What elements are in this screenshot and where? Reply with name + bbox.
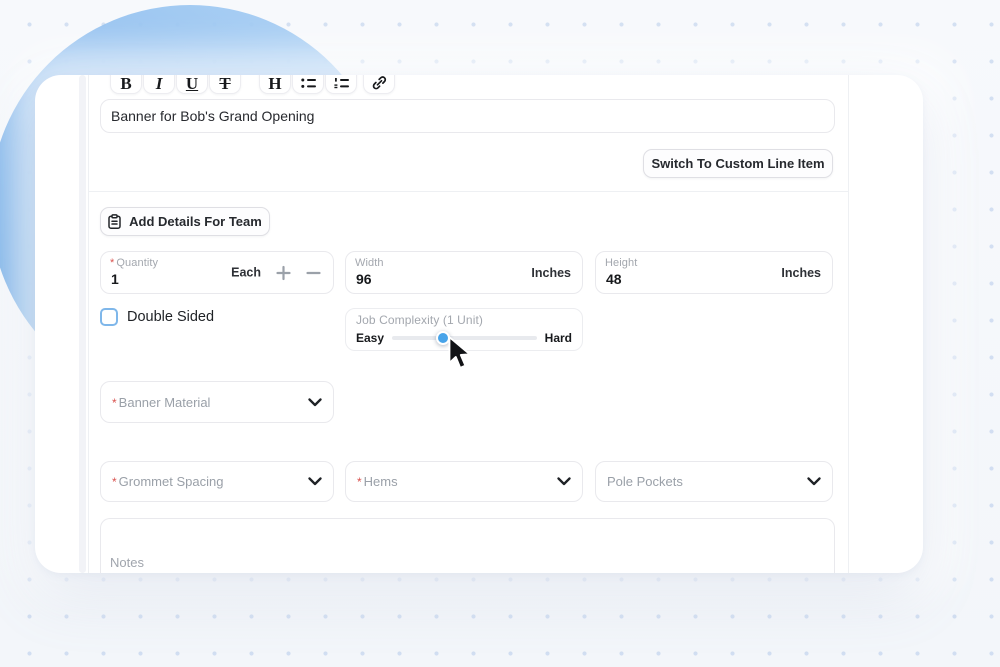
required-asterisk: * <box>112 475 117 489</box>
height-value: 48 <box>606 271 622 287</box>
ordered-list-button[interactable] <box>325 75 357 94</box>
link-icon <box>372 75 387 89</box>
height-unit: Inches <box>781 265 821 280</box>
notes-input[interactable] <box>101 519 834 573</box>
grommet-spacing-label: Grommet Spacing <box>118 474 224 489</box>
ordered-list-icon <box>333 77 349 88</box>
notes-field <box>100 518 835 573</box>
section-divider <box>88 191 848 192</box>
width-unit: Inches <box>531 265 571 280</box>
scrollbar-track[interactable] <box>79 75 86 573</box>
line-item-title-field <box>100 99 835 133</box>
job-complexity-thumb[interactable] <box>435 331 450 345</box>
italic-icon: I <box>155 75 163 93</box>
job-complexity-label: Job Complexity (1 Unit) <box>356 313 484 327</box>
hems-select[interactable]: * Hems <box>345 461 583 502</box>
double-sided-checkbox[interactable] <box>100 308 118 326</box>
italic-button[interactable]: I <box>143 75 175 94</box>
slider-track[interactable] <box>392 336 537 340</box>
add-details-for-team-button[interactable]: Add Details For Team <box>100 207 270 236</box>
heading-icon: H <box>268 75 282 93</box>
bold-icon: B <box>120 75 132 93</box>
decrement-icon[interactable] <box>306 265 321 280</box>
bold-button[interactable]: B <box>110 75 142 94</box>
strikethrough-button[interactable]: T <box>209 75 241 94</box>
chevron-down-icon <box>807 477 821 486</box>
switch-to-custom-line-item-button[interactable]: Switch To Custom Line Item <box>643 149 833 178</box>
panel-border-right <box>848 75 849 573</box>
banner-material-label: Banner Material <box>118 394 211 410</box>
banner-material-select[interactable]: * Banner Material <box>100 381 334 423</box>
chevron-down-icon <box>308 397 322 406</box>
width-label: Width <box>355 257 384 269</box>
panel-border-left <box>88 75 89 573</box>
required-asterisk: * <box>110 257 115 269</box>
quantity-label: Quantity <box>116 257 159 269</box>
slider-max-label: Hard <box>544 331 572 345</box>
line-item-card: B I U T H Banner for Bob's Grand Opening… <box>35 75 923 573</box>
required-asterisk: * <box>357 475 362 489</box>
width-field[interactable]: Width 96 Inches <box>345 251 583 294</box>
strikethrough-icon: T <box>219 75 231 93</box>
increment-icon[interactable] <box>276 265 291 280</box>
pole-pockets-select[interactable]: Pole Pockets <box>595 461 833 502</box>
height-field[interactable]: Height 48 Inches <box>595 251 833 294</box>
double-sided-label: Double Sided <box>127 309 215 325</box>
pole-pockets-label: Pole Pockets <box>607 474 683 489</box>
slider-min-label: Easy <box>356 331 385 345</box>
bullet-list-button[interactable] <box>292 75 324 94</box>
link-button[interactable] <box>363 75 395 94</box>
width-value: 96 <box>356 271 372 287</box>
page-background: B I U T H Banner for Bob's Grand Opening… <box>0 0 1000 667</box>
hems-label: Hems <box>363 474 398 489</box>
double-sided-row: Double Sided <box>100 308 214 326</box>
job-complexity-slider[interactable] <box>392 331 537 345</box>
underline-button[interactable]: U <box>176 75 208 94</box>
chevron-down-icon <box>308 477 322 486</box>
clipboard-icon <box>108 214 121 229</box>
underline-icon: U <box>185 75 199 93</box>
bullet-list-icon <box>300 78 316 88</box>
chevron-down-icon <box>557 477 571 486</box>
required-asterisk: * <box>112 395 117 410</box>
line-item-title-input[interactable] <box>101 100 834 132</box>
quantity-unit: Each <box>231 265 261 280</box>
job-complexity-field: Job Complexity (1 Unit) Easy Hard <box>345 308 583 351</box>
quantity-value: 1 <box>111 271 119 287</box>
grommet-spacing-select[interactable]: * Grommet Spacing <box>100 461 334 502</box>
heading-button[interactable]: H <box>259 75 291 94</box>
height-label: Height <box>605 257 638 269</box>
quantity-field[interactable]: * Quantity 1 Each <box>100 251 334 294</box>
